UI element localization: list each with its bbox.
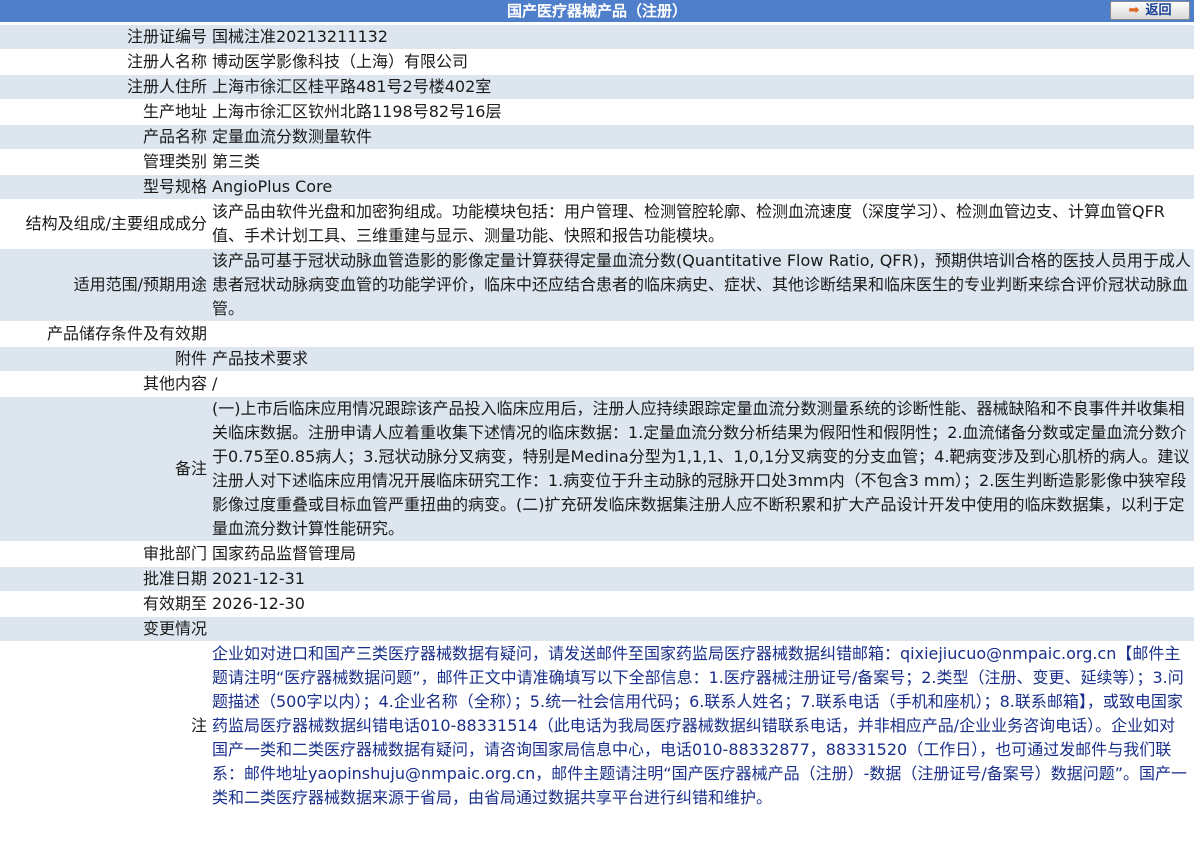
field-label: 产品名称 bbox=[0, 125, 210, 149]
row-other-content: 其他内容 / bbox=[0, 372, 1194, 396]
field-label: 注册证编号 bbox=[0, 25, 210, 49]
row-valid-until: 有效期至 2026-12-30 bbox=[0, 592, 1194, 616]
field-value: 该产品由软件光盘和加密狗组成。功能模块包括：用户管理、检测管腔轮廓、检测血流速度… bbox=[210, 200, 1194, 248]
field-label: 适用范围/预期用途 bbox=[0, 249, 210, 321]
field-label: 注册人住所 bbox=[0, 75, 210, 99]
field-label: 注 bbox=[0, 642, 210, 810]
row-registration-number: 注册证编号 国械注准20213211132 bbox=[0, 25, 1194, 49]
field-value: 企业如对进口和国产三类医疗器械数据有疑问，请发送邮件至国家药监局医疗器械数据纠错… bbox=[210, 642, 1194, 810]
field-value: / bbox=[210, 372, 1194, 396]
field-value: 国家药品监督管理局 bbox=[210, 542, 1194, 566]
field-value: 定量血流分数测量软件 bbox=[210, 125, 1194, 149]
row-structure-composition: 结构及组成/主要组成成分 该产品由软件光盘和加密狗组成。功能模块包括：用户管理、… bbox=[0, 200, 1194, 248]
back-arrow-icon: ➡ bbox=[1128, 3, 1140, 18]
row-note: 注 企业如对进口和国产三类医疗器械数据有疑问，请发送邮件至国家药监局医疗器械数据… bbox=[0, 642, 1194, 810]
field-label: 注册人名称 bbox=[0, 50, 210, 74]
field-value: 产品技术要求 bbox=[210, 347, 1194, 371]
row-management-class: 管理类别 第三类 bbox=[0, 150, 1194, 174]
field-value: 国械注准20213211132 bbox=[210, 25, 1194, 49]
row-registrant-address: 注册人住所 上海市徐汇区桂平路481号2号楼402室 bbox=[0, 75, 1194, 99]
page-header: 国产医疗器械产品（注册） ➡ 返回 bbox=[0, 0, 1194, 22]
field-label: 管理类别 bbox=[0, 150, 210, 174]
field-label: 型号规格 bbox=[0, 175, 210, 199]
back-button-label: 返回 bbox=[1145, 3, 1172, 18]
field-label: 其他内容 bbox=[0, 372, 210, 396]
field-value: 2021-12-31 bbox=[210, 567, 1194, 591]
row-model-spec: 型号规格 AngioPlus Core bbox=[0, 175, 1194, 199]
field-label: 生产地址 bbox=[0, 100, 210, 124]
field-label: 附件 bbox=[0, 347, 210, 371]
row-approval-department: 审批部门 国家药品监督管理局 bbox=[0, 542, 1194, 566]
field-value: 2026-12-30 bbox=[210, 592, 1194, 616]
row-change-status: 变更情况 bbox=[0, 617, 1194, 641]
row-approval-date: 批准日期 2021-12-31 bbox=[0, 567, 1194, 591]
field-value: 上海市徐汇区钦州北路1198号82号16层 bbox=[210, 100, 1194, 124]
field-value: AngioPlus Core bbox=[210, 175, 1194, 199]
row-storage-validity: 产品储存条件及有效期 bbox=[0, 322, 1194, 346]
row-production-address: 生产地址 上海市徐汇区钦州北路1198号82号16层 bbox=[0, 100, 1194, 124]
field-value: (一)上市后临床应用情况跟踪该产品投入临床应用后，注册人应持续跟踪定量血流分数测… bbox=[210, 397, 1194, 541]
field-label: 审批部门 bbox=[0, 542, 210, 566]
row-intended-use: 适用范围/预期用途 该产品可基于冠状动脉血管造影的影像定量计算获得定量血流分数(… bbox=[0, 249, 1194, 321]
back-button[interactable]: ➡ 返回 bbox=[1110, 1, 1190, 20]
row-remarks: 备注 (一)上市后临床应用情况跟踪该产品投入临床应用后，注册人应持续跟踪定量血流… bbox=[0, 397, 1194, 541]
row-product-name: 产品名称 定量血流分数测量软件 bbox=[0, 125, 1194, 149]
field-value bbox=[210, 322, 1194, 346]
field-value: 第三类 bbox=[210, 150, 1194, 174]
field-value bbox=[210, 617, 1194, 641]
page-title: 国产医疗器械产品（注册） bbox=[506, 2, 687, 20]
field-value: 上海市徐汇区桂平路481号2号楼402室 bbox=[210, 75, 1194, 99]
field-value: 该产品可基于冠状动脉血管造影的影像定量计算获得定量血流分数(Quantitati… bbox=[210, 249, 1194, 321]
row-attachment: 附件 产品技术要求 bbox=[0, 347, 1194, 371]
field-label: 结构及组成/主要组成成分 bbox=[0, 200, 210, 248]
field-label: 变更情况 bbox=[0, 617, 210, 641]
registration-info-table: 注册证编号 国械注准20213211132 注册人名称 博动医学影像科技（上海）… bbox=[0, 24, 1194, 811]
field-label: 产品储存条件及有效期 bbox=[0, 322, 210, 346]
field-label: 批准日期 bbox=[0, 567, 210, 591]
field-label: 有效期至 bbox=[0, 592, 210, 616]
row-registrant-name: 注册人名称 博动医学影像科技（上海）有限公司 bbox=[0, 50, 1194, 74]
field-label: 备注 bbox=[0, 397, 210, 541]
field-value: 博动医学影像科技（上海）有限公司 bbox=[210, 50, 1194, 74]
